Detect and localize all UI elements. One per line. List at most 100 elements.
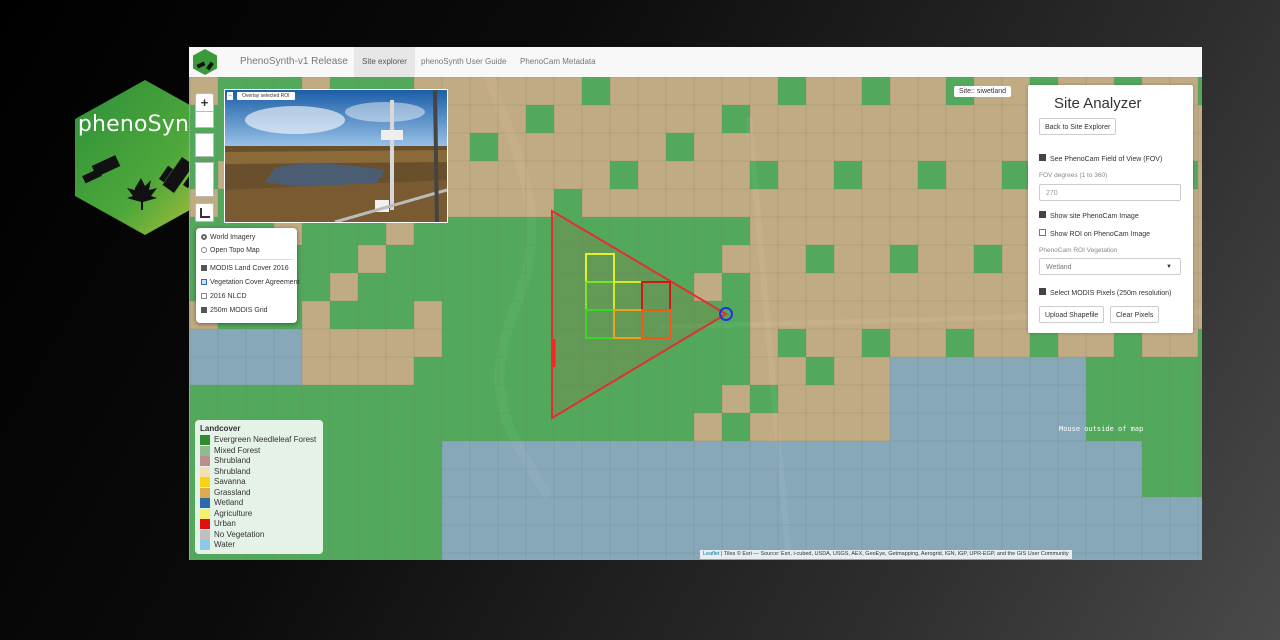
modis-pixel[interactable] [638, 441, 666, 469]
modis-pixel[interactable] [946, 357, 974, 385]
modis-pixel[interactable] [750, 497, 778, 525]
modis-pixel[interactable] [862, 301, 890, 329]
modis-pixel[interactable] [1058, 525, 1086, 553]
modis-pixel[interactable] [890, 161, 918, 189]
modis-pixel[interactable] [330, 469, 358, 497]
modis-pixel[interactable] [1170, 385, 1198, 413]
modis-pixel[interactable] [750, 245, 778, 273]
modis-pixel[interactable] [470, 497, 498, 525]
modis-pixel[interactable] [666, 497, 694, 525]
modis-pixel[interactable] [638, 497, 666, 525]
modis-pixel[interactable] [498, 273, 526, 301]
modis-pixel[interactable] [862, 273, 890, 301]
modis-pixel[interactable] [1142, 553, 1170, 560]
modis-pixel[interactable] [890, 133, 918, 161]
modis-pixel[interactable] [218, 553, 246, 560]
modis-pixel[interactable] [862, 441, 890, 469]
modis-pixel[interactable] [834, 273, 862, 301]
modis-pixel[interactable] [526, 77, 554, 105]
modis-pixel[interactable] [834, 77, 862, 105]
modis-pixel[interactable] [722, 357, 750, 385]
modis-pixel[interactable] [974, 161, 1002, 189]
modis-pixel[interactable] [358, 469, 386, 497]
modis-pixel[interactable] [666, 357, 694, 385]
modis-pixel[interactable] [862, 189, 890, 217]
modis-pixel[interactable] [1086, 469, 1114, 497]
modis-pixel[interactable] [806, 161, 834, 189]
modis-pixel[interactable] [778, 441, 806, 469]
modis-pixel[interactable] [974, 245, 1002, 273]
modis-pixel[interactable] [638, 413, 666, 441]
modis-pixel[interactable] [414, 553, 442, 560]
modis-pixel[interactable] [918, 189, 946, 217]
modis-pixel[interactable] [470, 133, 498, 161]
modis-pixel[interactable] [834, 497, 862, 525]
modis-pixel[interactable] [806, 413, 834, 441]
modis-pixel[interactable] [778, 413, 806, 441]
modis-pixel[interactable] [330, 497, 358, 525]
modis-pixel[interactable] [358, 245, 386, 273]
modis-pixel[interactable] [918, 245, 946, 273]
modis-pixel[interactable] [302, 329, 330, 357]
modis-pixel[interactable] [666, 413, 694, 441]
modis-pixel[interactable] [946, 105, 974, 133]
modis-pixel[interactable] [470, 189, 498, 217]
modis-pixel[interactable] [358, 301, 386, 329]
modis-pixel[interactable] [1030, 329, 1058, 357]
modis-pixel[interactable] [554, 469, 582, 497]
modis-pixel[interactable] [694, 413, 722, 441]
modis-pixel[interactable] [554, 161, 582, 189]
modis-pixel[interactable] [946, 217, 974, 245]
modis-pixel[interactable] [1142, 357, 1170, 385]
modis-pixel[interactable] [470, 329, 498, 357]
modis-pixel[interactable] [498, 105, 526, 133]
modis-pixel[interactable] [1142, 413, 1170, 441]
modis-pixel[interactable] [386, 525, 414, 553]
modis-pixel[interactable] [806, 469, 834, 497]
modis-pixel[interactable] [778, 525, 806, 553]
modis-pixel[interactable] [750, 217, 778, 245]
modis-pixel[interactable] [526, 245, 554, 273]
modis-pixel[interactable] [358, 441, 386, 469]
modis-pixel[interactable] [1086, 357, 1114, 385]
modis-pixel[interactable] [890, 329, 918, 357]
modis-pixel[interactable] [862, 133, 890, 161]
modis-pixel[interactable] [1142, 441, 1170, 469]
modis-pixel[interactable] [498, 133, 526, 161]
modis-pixel[interactable] [834, 161, 862, 189]
modis-pixel[interactable] [946, 245, 974, 273]
modis-pixel[interactable] [274, 553, 302, 560]
modis-pixel[interactable] [1170, 553, 1198, 560]
modis-pixel[interactable] [918, 273, 946, 301]
modis-pixel[interactable] [918, 105, 946, 133]
modis-pixel[interactable] [1086, 385, 1114, 413]
modis-pixel[interactable] [834, 329, 862, 357]
modis-pixel[interactable] [1030, 385, 1058, 413]
modis-pixel[interactable] [806, 189, 834, 217]
modis-pixel[interactable] [442, 273, 470, 301]
tab-phenocam-metadata[interactable]: PhenoCam Metadata [512, 47, 604, 77]
modis-pixel[interactable] [638, 161, 666, 189]
modis-pixel[interactable] [526, 217, 554, 245]
modis-pixel[interactable] [750, 133, 778, 161]
modis-pixel[interactable] [442, 329, 470, 357]
modis-pixel[interactable] [302, 301, 330, 329]
clear-pixels-button[interactable]: Clear Pixels [1110, 306, 1160, 323]
modis-pixel[interactable] [470, 161, 498, 189]
modis-pixel[interactable] [554, 77, 582, 105]
layer-modis-land-cover[interactable]: MODIS Land Cover 2016 [201, 265, 289, 272]
modis-pixel[interactable] [498, 217, 526, 245]
modis-pixel[interactable] [666, 441, 694, 469]
zoom-control-segment[interactable] [195, 162, 214, 197]
modis-pixel[interactable] [1086, 497, 1114, 525]
modis-pixel[interactable] [414, 469, 442, 497]
select-modis-pixels-checkbox[interactable]: Select MODIS Pixels (250m resolution) [1039, 288, 1171, 297]
modis-pixel[interactable] [750, 357, 778, 385]
modis-pixel[interactable] [1198, 441, 1202, 469]
modis-pixel[interactable] [806, 133, 834, 161]
modis-pixel[interactable] [1002, 329, 1030, 357]
modis-pixel[interactable] [526, 273, 554, 301]
modis-pixel[interactable] [498, 385, 526, 413]
modis-pixel[interactable] [442, 245, 470, 273]
modis-pixel[interactable] [862, 469, 890, 497]
